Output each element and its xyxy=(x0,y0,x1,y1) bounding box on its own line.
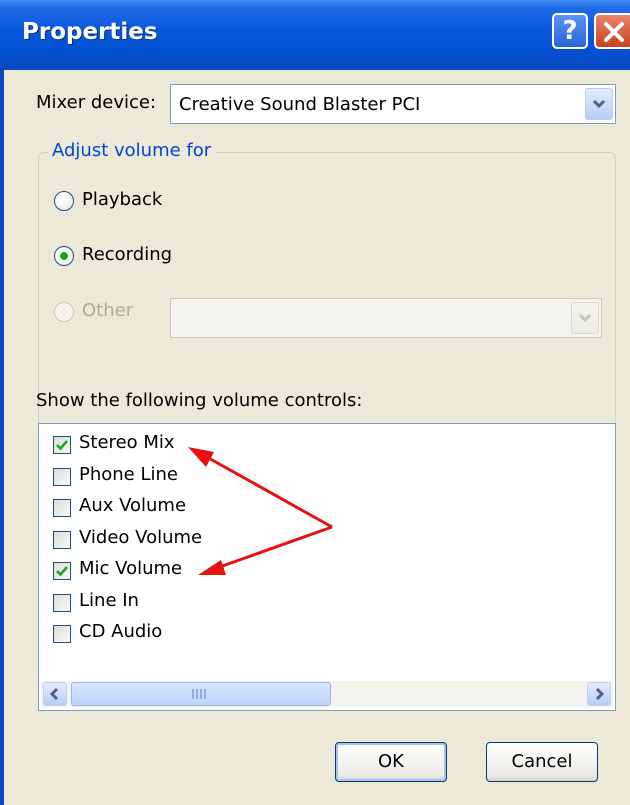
properties-dialog: Properties ? Mixer device: Creative Soun… xyxy=(0,0,630,805)
arrow-head-icon xyxy=(198,560,226,575)
annotation-arrows xyxy=(188,447,333,575)
arrow-line-stereo-mix xyxy=(204,454,333,529)
arrow-head-icon xyxy=(188,447,214,467)
arrow-line-mic-volume xyxy=(213,525,333,571)
